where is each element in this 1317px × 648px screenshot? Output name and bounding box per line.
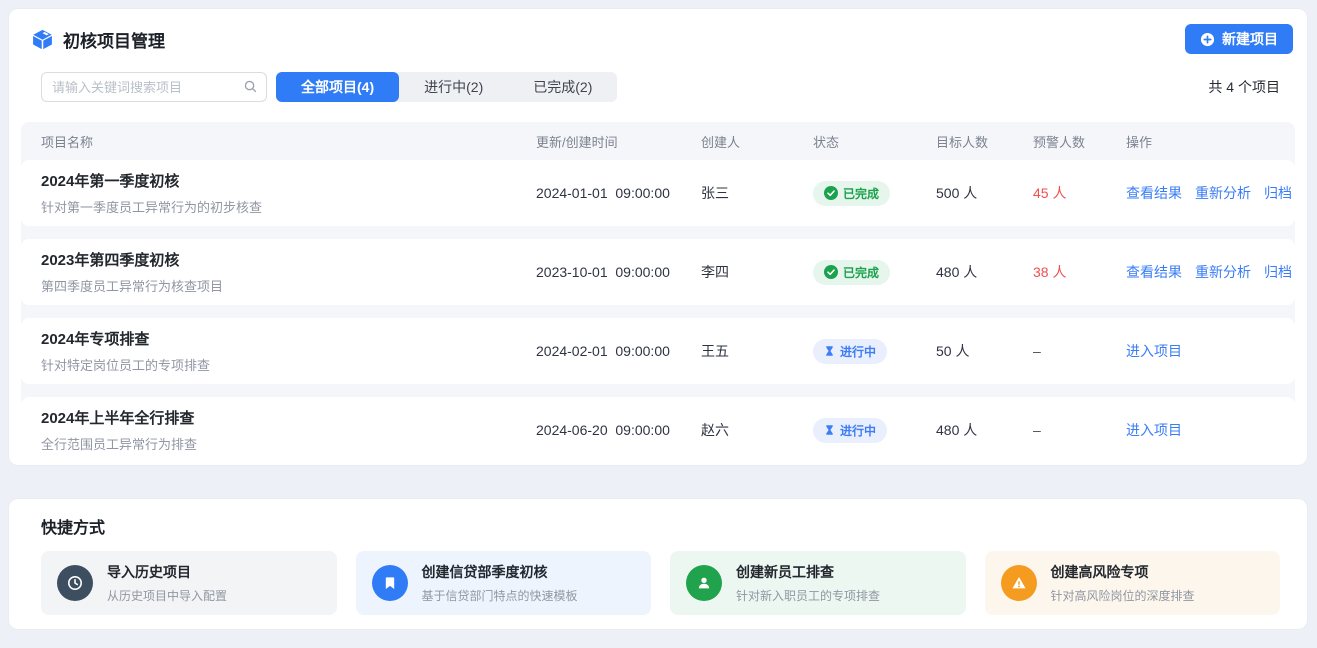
shortcuts-heading: 快捷方式 bbox=[41, 514, 1280, 538]
status-label: 进行中 bbox=[840, 422, 876, 439]
col-target-count: 目标人数 bbox=[936, 132, 1033, 151]
page-title: 初核项目管理 bbox=[63, 27, 165, 52]
new-project-label: 新建项目 bbox=[1222, 29, 1278, 49]
project-time: 2024-01-01 09:00:00 bbox=[536, 185, 701, 201]
clock-icon bbox=[57, 565, 93, 601]
table-row: 2023年第四季度初核 第四季度员工异常行为核查项目 2023-10-01 09… bbox=[21, 239, 1295, 305]
table-header: 项目名称 更新/创建时间 创建人 状态 目标人数 预警人数 操作 bbox=[21, 122, 1295, 160]
shortcut-title: 创建新员工排查 bbox=[736, 562, 880, 582]
view-results-link[interactable]: 查看结果 bbox=[1126, 262, 1182, 282]
reanalyze-link[interactable]: 重新分析 bbox=[1195, 262, 1251, 282]
target-count: 500 人 bbox=[936, 183, 1033, 203]
col-actions: 操作 bbox=[1126, 132, 1295, 151]
warning-count: – bbox=[1033, 422, 1126, 438]
project-name: 2024年第一季度初核 bbox=[41, 170, 536, 191]
table-row: 2024年上半年全行排查 全行范围员工异常行为排查 2024-06-20 09:… bbox=[21, 397, 1295, 463]
archive-link[interactable]: 归档 bbox=[1264, 262, 1292, 282]
status-label: 进行中 bbox=[840, 343, 876, 360]
shortcut-title: 创建信贷部季度初核 bbox=[422, 562, 578, 582]
shortcut-tiles: 导入历史项目 从历史项目中导入配置 创建信贷部季度初核 基于信贷部门特点的快速模… bbox=[41, 551, 1280, 615]
col-warning-count: 预警人数 bbox=[1033, 132, 1126, 151]
table-row: 2024年专项排查 针对特定岗位员工的专项排查 2024-02-01 09:00… bbox=[21, 318, 1295, 384]
col-update-time: 更新/创建时间 bbox=[536, 132, 701, 151]
archive-link[interactable]: 归档 bbox=[1264, 183, 1292, 203]
tab-completed[interactable]: 已完成(2) bbox=[508, 72, 617, 102]
project-creator: 王五 bbox=[701, 341, 813, 361]
shortcut-title: 创建高风险专项 bbox=[1051, 562, 1195, 582]
project-name: 2023年第四季度初核 bbox=[41, 249, 536, 270]
reanalyze-link[interactable]: 重新分析 bbox=[1195, 183, 1251, 203]
project-creator: 张三 bbox=[701, 183, 813, 203]
shortcut-desc: 从历史项目中导入配置 bbox=[107, 587, 227, 604]
view-results-link[interactable]: 查看结果 bbox=[1126, 183, 1182, 203]
warning-count: – bbox=[1033, 343, 1126, 359]
toolbar: 全部项目(4) 进行中(2) 已完成(2) 共 4 个项目 bbox=[41, 72, 1287, 102]
enter-project-link[interactable]: 进入项目 bbox=[1126, 420, 1182, 440]
check-circle-icon bbox=[824, 186, 838, 200]
check-circle-icon bbox=[824, 265, 838, 279]
shortcut-desc: 基于信贷部门特点的快速模板 bbox=[422, 587, 578, 604]
shortcut-high-risk[interactable]: 创建高风险专项 针对高风险岗位的深度排查 bbox=[985, 551, 1281, 615]
bookmark-icon bbox=[372, 565, 408, 601]
status-badge: 已完成 bbox=[813, 260, 890, 285]
col-creator: 创建人 bbox=[701, 132, 813, 151]
table-row: 2024年第一季度初核 针对第一季度员工异常行为的初步核查 2024-01-01… bbox=[21, 160, 1295, 226]
project-time: 2023-10-01 09:00:00 bbox=[536, 264, 701, 280]
warning-count: 38 人 bbox=[1033, 262, 1126, 282]
page-header: 初核项目管理 新建项目 bbox=[9, 9, 1307, 54]
status-label: 已完成 bbox=[843, 264, 879, 281]
shortcut-import-history[interactable]: 导入历史项目 从历史项目中导入配置 bbox=[41, 551, 337, 615]
project-creator: 李四 bbox=[701, 262, 813, 282]
shortcuts-panel: 快捷方式 导入历史项目 从历史项目中导入配置 bbox=[8, 498, 1308, 630]
project-time: 2024-06-20 09:00:00 bbox=[536, 422, 701, 438]
main-panel: 初核项目管理 新建项目 全部项目(4) 进行中(2) 已完 bbox=[8, 8, 1308, 466]
user-icon bbox=[686, 565, 722, 601]
tab-in-progress[interactable]: 进行中(2) bbox=[399, 72, 508, 102]
shortcut-title: 导入历史项目 bbox=[107, 562, 227, 582]
plus-circle-icon bbox=[1200, 32, 1215, 47]
target-count: 480 人 bbox=[936, 420, 1033, 440]
enter-project-link[interactable]: 进入项目 bbox=[1126, 341, 1182, 361]
search-input[interactable] bbox=[41, 72, 267, 102]
project-creator: 赵六 bbox=[701, 420, 813, 440]
warning-icon bbox=[1001, 565, 1037, 601]
project-name: 2024年专项排查 bbox=[41, 328, 536, 349]
search-icon[interactable] bbox=[243, 79, 258, 99]
status-badge: 进行中 bbox=[813, 339, 887, 364]
filter-tabs: 全部项目(4) 进行中(2) 已完成(2) bbox=[276, 72, 617, 102]
projects-table: 项目名称 更新/创建时间 创建人 状态 目标人数 预警人数 操作 2024年第一… bbox=[21, 122, 1295, 463]
shortcut-desc: 针对新入职员工的专项排查 bbox=[736, 587, 880, 604]
target-count: 50 人 bbox=[936, 341, 1033, 361]
target-count: 480 人 bbox=[936, 262, 1033, 282]
search-box bbox=[41, 72, 267, 102]
project-desc: 第四季度员工异常行为核查项目 bbox=[41, 276, 536, 295]
total-projects-text: 共 4 个项目 bbox=[1208, 77, 1287, 97]
hourglass-icon bbox=[824, 424, 835, 436]
project-desc: 针对特定岗位员工的专项排查 bbox=[41, 355, 536, 374]
col-status: 状态 bbox=[813, 132, 936, 151]
hourglass-icon bbox=[824, 345, 835, 357]
shortcut-credit-quarterly[interactable]: 创建信贷部季度初核 基于信贷部门特点的快速模板 bbox=[356, 551, 652, 615]
new-project-button[interactable]: 新建项目 bbox=[1185, 24, 1293, 54]
shortcut-desc: 针对高风险岗位的深度排查 bbox=[1051, 587, 1195, 604]
status-label: 已完成 bbox=[843, 185, 879, 202]
col-project-name: 项目名称 bbox=[21, 132, 536, 151]
status-badge: 已完成 bbox=[813, 181, 890, 206]
project-desc: 针对第一季度员工异常行为的初步核查 bbox=[41, 197, 536, 216]
shortcut-new-employee[interactable]: 创建新员工排查 针对新入职员工的专项排查 bbox=[670, 551, 966, 615]
project-time: 2024-02-01 09:00:00 bbox=[536, 343, 701, 359]
project-name: 2024年上半年全行排查 bbox=[41, 407, 536, 428]
status-badge: 进行中 bbox=[813, 418, 887, 443]
tab-all-projects[interactable]: 全部项目(4) bbox=[276, 72, 399, 102]
warning-count: 45 人 bbox=[1033, 183, 1126, 203]
cube-icon bbox=[31, 28, 54, 51]
project-desc: 全行范围员工异常行为排查 bbox=[41, 434, 536, 453]
